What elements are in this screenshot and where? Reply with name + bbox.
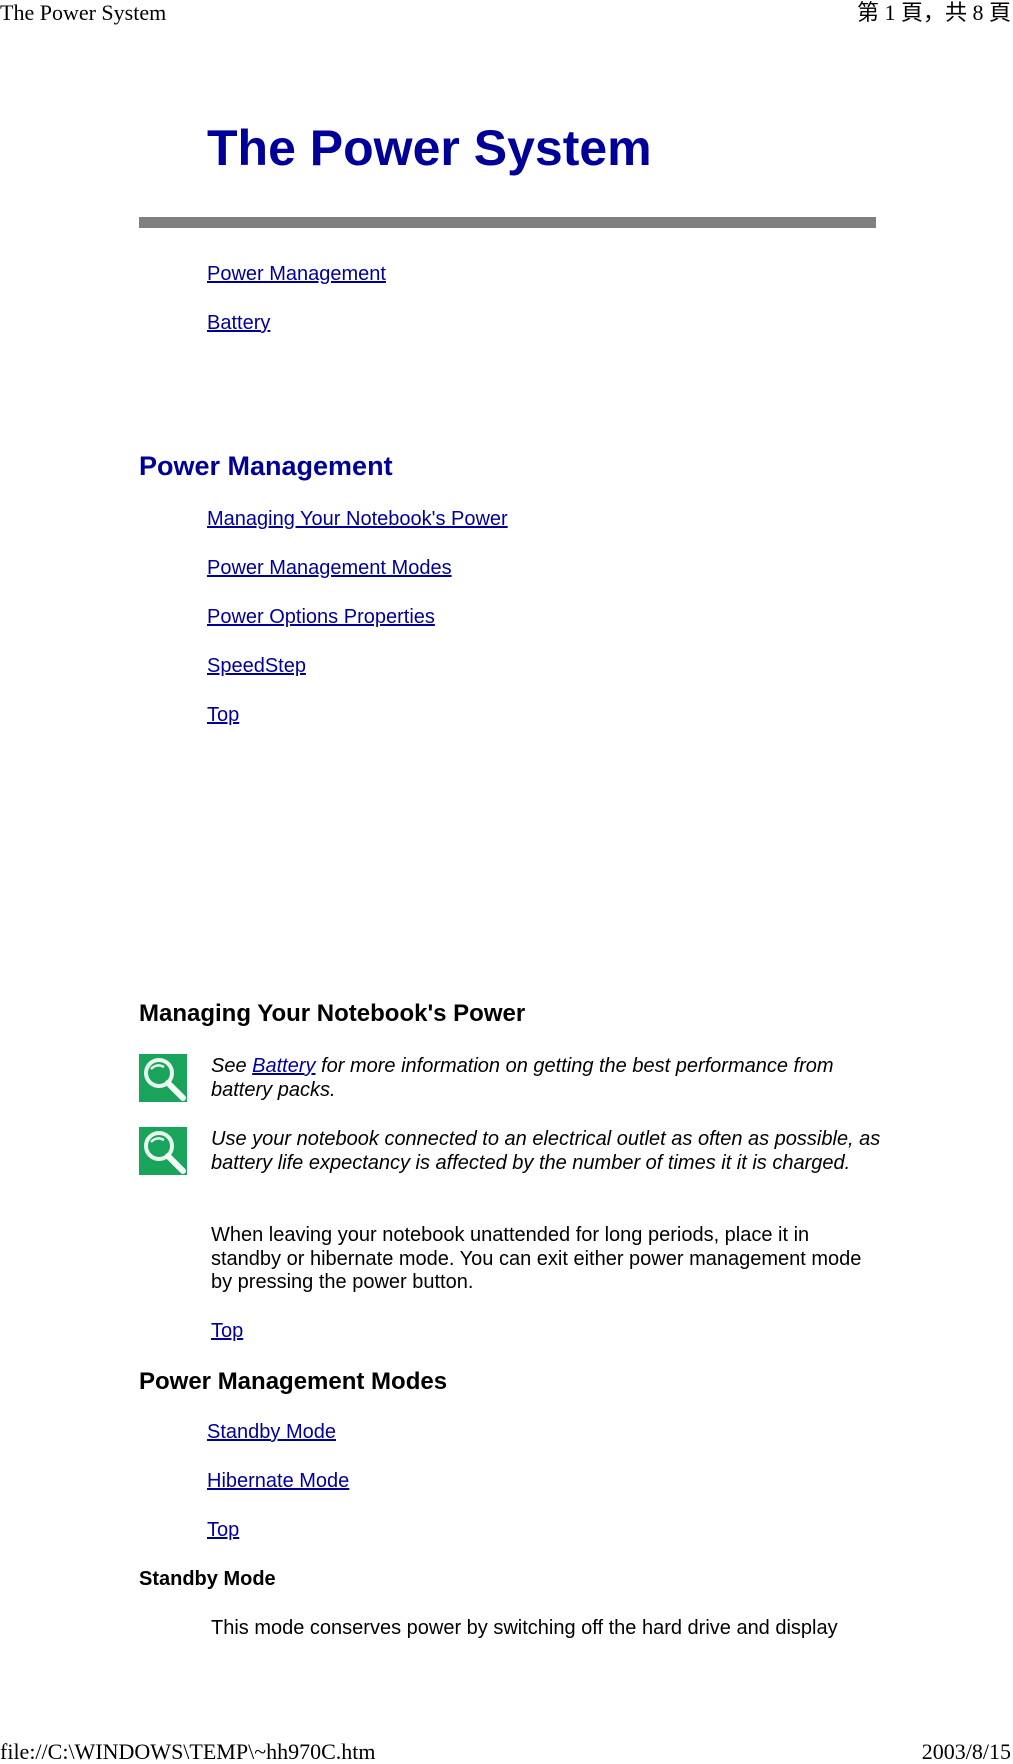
print-header-page-count: 第 1 頁，共 8 頁 (856, 0, 1011, 25)
section-heading-power-management: Power Management (139, 451, 393, 481)
note-battery-link[interactable]: Battery (252, 1055, 315, 1077)
link-standby-mode[interactable]: Standby Mode (207, 1422, 336, 1442)
magnifier-icon (139, 1127, 187, 1175)
note-battery-info: See Battery for more information on gett… (211, 1055, 891, 1102)
link-hibernate-mode[interactable]: Hibernate Mode (207, 1471, 349, 1491)
link-top[interactable]: Top (207, 705, 239, 725)
section-heading-power-modes: Power Management Modes (139, 1368, 448, 1395)
subheading-standby-mode: Standby Mode (139, 1568, 276, 1590)
link-power-options-properties[interactable]: Power Options Properties (207, 607, 435, 627)
link-top[interactable]: Top (207, 1520, 239, 1540)
note-battery-prefix: See (211, 1055, 253, 1077)
print-footer-path: file://C:\WINDOWS\TEMP\~hh970C.htm (0, 1739, 376, 1764)
title-divider (139, 217, 876, 228)
print-footer-date: 2003/8/15 (921, 1739, 1011, 1764)
print-header-title: The Power System (0, 0, 167, 25)
link-power-management-modes[interactable]: Power Management Modes (207, 558, 452, 578)
toc-link-battery[interactable]: Battery (207, 313, 270, 333)
link-top[interactable]: Top (211, 1321, 243, 1341)
magnifier-icon (139, 1054, 187, 1102)
note-outlet-usage: Use your notebook connected to an electr… (211, 1128, 881, 1174)
section-heading-managing-power: Managing Your Notebook's Power (139, 1000, 526, 1027)
link-managing-power[interactable]: Managing Your Notebook's Power (207, 509, 508, 529)
toc-link-power-management[interactable]: Power Management (207, 264, 386, 284)
standby-description: This mode conserves power by switching o… (211, 1617, 838, 1639)
paragraph-unattended: When leaving your notebook unattended fo… (211, 1224, 862, 1293)
page-title: The Power System (207, 120, 652, 176)
link-speedstep[interactable]: SpeedStep (207, 656, 306, 676)
